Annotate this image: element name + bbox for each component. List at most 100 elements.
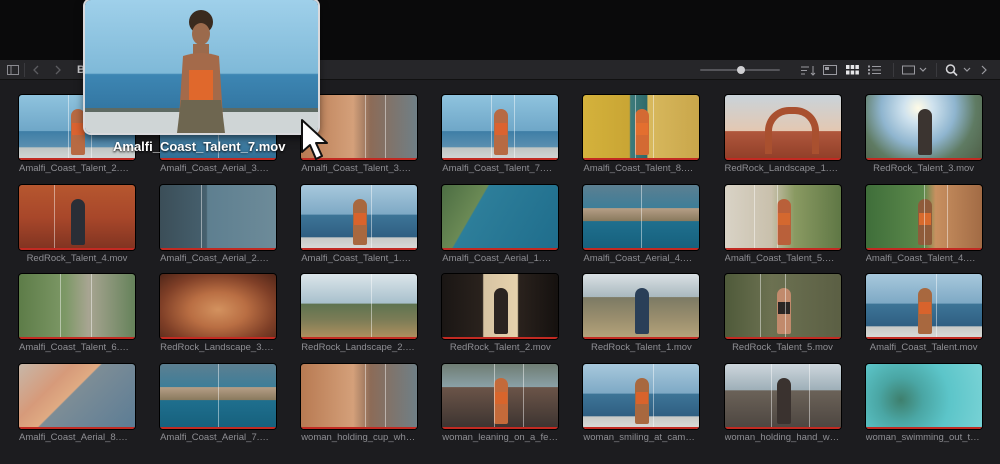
sidebar-toggle-button[interactable] bbox=[2, 60, 24, 80]
marker-line bbox=[371, 184, 373, 250]
clip-usage-bar bbox=[724, 337, 841, 339]
clip-name-label: Amalfi_Coast_Talent.mov bbox=[869, 342, 978, 353]
talent-figure bbox=[917, 109, 932, 155]
talent-top bbox=[777, 302, 790, 314]
zoom-slider-handle[interactable] bbox=[737, 66, 745, 74]
metadata-view-button[interactable] bbox=[819, 60, 841, 80]
clip-thumbnail[interactable]: woman_holding_cup_while_... bbox=[301, 363, 418, 443]
talent-figure bbox=[71, 198, 85, 245]
thumbnail-view-button[interactable] bbox=[841, 60, 863, 80]
clip-thumbnail-image bbox=[724, 95, 841, 160]
back-button[interactable] bbox=[25, 60, 47, 80]
clip-name-label: RedRock_Talent_5.mov bbox=[732, 342, 833, 353]
metadata-view-icon bbox=[823, 65, 837, 75]
clip-thumbnail[interactable]: RedRock_Talent_5.mov bbox=[724, 274, 841, 353]
media-pool-window: Bal bbox=[0, 0, 1000, 464]
search-icon bbox=[945, 64, 971, 76]
clip-thumbnail-image bbox=[583, 95, 700, 160]
clip-name-label: RedRock_Talent_1.mov bbox=[590, 342, 692, 353]
chevron-right-icon bbox=[55, 65, 61, 74]
clip-name-label: RedRock_Landscape_1.mov bbox=[724, 163, 841, 174]
clip-thumbnail-image bbox=[865, 363, 982, 429]
clip-usage-bar bbox=[19, 337, 135, 339]
list-view-button[interactable] bbox=[863, 60, 885, 80]
clip-thumbnail[interactable]: Amalfi_Coast_Aerial_4.mov bbox=[583, 184, 700, 264]
talent-figure bbox=[494, 288, 509, 334]
clip-thumbnail[interactable]: RedRock_Talent_1.mov bbox=[583, 274, 700, 353]
clip-thumbnail-image bbox=[442, 274, 559, 339]
clip-thumbnail[interactable]: Amalfi_Coast_Talent_4.mov bbox=[865, 184, 982, 264]
clip-thumbnail[interactable]: Amalfi_Coast_Talent.mov bbox=[865, 274, 982, 353]
clip-usage-bar bbox=[724, 426, 841, 429]
clip-name-label: Amalfi_Coast_Talent_5.mov bbox=[724, 252, 841, 264]
clip-thumbnail-image bbox=[160, 274, 277, 339]
toolbar-divider bbox=[936, 63, 937, 77]
forward-button[interactable] bbox=[47, 60, 69, 80]
clip-thumbnail[interactable]: Amalfi_Coast_Talent_6.mov bbox=[19, 274, 135, 353]
clip-usage-bar bbox=[583, 158, 700, 160]
sort-icon bbox=[801, 65, 816, 76]
clip-thumbnail[interactable]: RedRock_Landscape_1.mov bbox=[724, 95, 841, 174]
marker-line bbox=[494, 363, 496, 429]
clip-thumbnail[interactable]: woman_holding_hand_while... bbox=[724, 363, 841, 443]
marker-line bbox=[68, 95, 69, 160]
marker-line bbox=[770, 363, 772, 429]
search-button[interactable] bbox=[945, 60, 973, 80]
marker-line bbox=[385, 95, 387, 160]
clip-thumbnail-image bbox=[301, 363, 418, 429]
clip-name-label: RedRock_Talent_4.mov bbox=[26, 252, 128, 264]
clip-thumbnail[interactable]: Amalfi_Coast_Talent_1.mov bbox=[301, 184, 418, 264]
overflow-menu-button[interactable] bbox=[973, 60, 995, 80]
marker-line bbox=[784, 274, 786, 339]
clip-thumbnail[interactable]: RedRock_Talent_2.mov bbox=[442, 274, 559, 353]
clip-usage-bar bbox=[301, 247, 418, 250]
clip-thumbnail[interactable]: Amalfi_Coast_Aerial_2.mov bbox=[160, 184, 277, 264]
clip-thumbnail[interactable]: Amalfi_Coast_Talent_5.mov bbox=[724, 184, 841, 264]
thumbnail-zoom-slider[interactable] bbox=[700, 66, 780, 74]
clip-thumbnail[interactable]: RedRock_Landscape_2.mov bbox=[301, 274, 418, 353]
talent-top bbox=[918, 212, 931, 225]
marker-line bbox=[808, 363, 810, 429]
marker-line bbox=[635, 95, 637, 160]
marker-line bbox=[385, 363, 387, 429]
clip-thumbnail[interactable]: Amalfi_Coast_Aerial_1.mov bbox=[442, 184, 559, 264]
clip-thumbnail-image bbox=[865, 95, 982, 160]
sidebar-icon bbox=[7, 64, 19, 75]
marker-line bbox=[653, 95, 655, 160]
talent-top bbox=[636, 123, 649, 135]
drag-preview-image bbox=[85, 0, 318, 133]
clip-name-label: Amalfi_Coast_Talent_1.mov bbox=[301, 252, 418, 264]
clip-thumbnail[interactable]: Amalfi_Coast_Talent_7.mov bbox=[442, 95, 559, 174]
marker-line bbox=[653, 363, 655, 429]
marker-line bbox=[923, 184, 925, 250]
talent-figure bbox=[635, 288, 650, 334]
clip-thumbnail-image bbox=[442, 95, 559, 160]
clip-thumbnail[interactable]: woman_smiling_at_camera_... bbox=[583, 363, 700, 443]
drag-preview-thumbnail bbox=[85, 0, 318, 133]
marker-line bbox=[218, 363, 220, 429]
clip-usage-bar bbox=[442, 337, 559, 339]
clip-name-label: Amalfi_Coast_Aerial_3.mov bbox=[160, 163, 277, 174]
marker-line bbox=[641, 184, 643, 250]
clip-options-button[interactable] bbox=[902, 60, 928, 80]
marker-line bbox=[365, 363, 367, 429]
clip-thumbnail[interactable]: Amalfi_Coast_Aerial_7.mov bbox=[160, 363, 277, 443]
clip-thumbnail[interactable]: RedRock_Talent_4.mov bbox=[19, 184, 135, 264]
talent-top bbox=[354, 212, 367, 225]
clip-usage-bar bbox=[301, 337, 418, 339]
clip-thumbnail[interactable]: woman_swimming_out_to_t... bbox=[865, 363, 982, 443]
clip-thumbnail-image bbox=[583, 274, 700, 339]
marker-line bbox=[365, 95, 367, 160]
clip-name-label: RedRock_Landscape_2.mov bbox=[301, 342, 418, 353]
marker-line bbox=[371, 274, 373, 339]
clip-thumbnail-image bbox=[724, 363, 841, 429]
clip-thumbnail[interactable]: RedRock_Talent_3.mov bbox=[865, 95, 982, 174]
clip-name-label: Amalfi_Coast_Aerial_8.mov bbox=[19, 431, 135, 443]
clip-usage-bar bbox=[865, 426, 982, 429]
sort-button[interactable] bbox=[797, 60, 819, 80]
clip-thumbnail[interactable]: Amalfi_Coast_Talent_8.mov bbox=[583, 95, 700, 174]
clip-thumbnail[interactable]: woman_leaning_on_a_fence... bbox=[442, 363, 559, 443]
clip-thumbnail[interactable]: Amalfi_Coast_Aerial_8.mov bbox=[19, 363, 135, 443]
clip-usage-bar bbox=[301, 426, 418, 429]
clip-thumbnail[interactable]: RedRock_Landscape_3.mov bbox=[160, 274, 277, 353]
